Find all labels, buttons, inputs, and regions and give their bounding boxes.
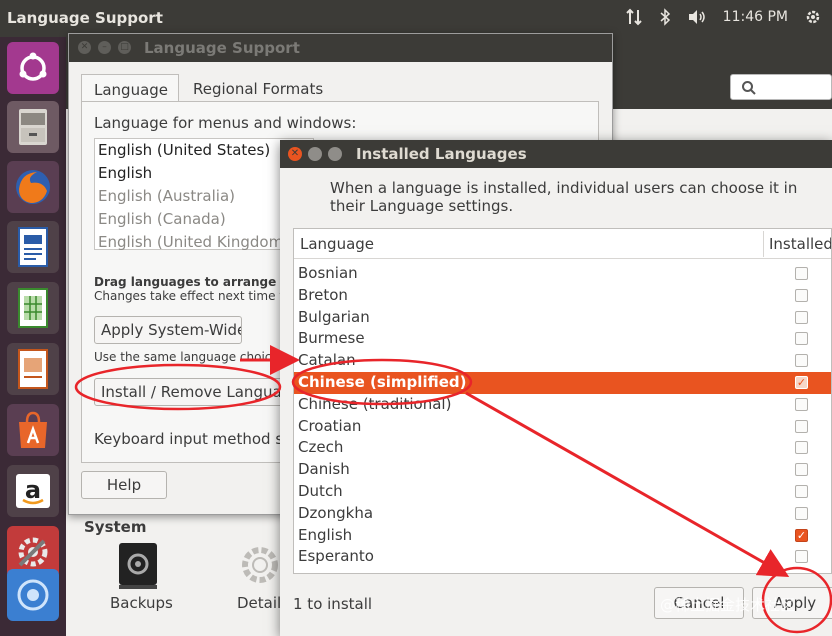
svg-text:a: a xyxy=(25,476,41,504)
table-row[interactable]: Esperanto xyxy=(294,546,831,568)
install-status: 1 to install xyxy=(293,595,373,613)
installed-checkbox[interactable]: ✓ xyxy=(795,528,808,542)
installed-checkbox[interactable] xyxy=(795,310,808,324)
bluetooth-icon[interactable] xyxy=(659,8,671,26)
installed-checkbox[interactable]: ✓ xyxy=(795,375,808,389)
backups-label[interactable]: Backups xyxy=(110,594,173,612)
same-choices-text: Use the same language choices f xyxy=(94,350,294,364)
table-row[interactable]: English ✓ xyxy=(294,525,831,547)
amazon-icon[interactable]: a xyxy=(7,465,59,517)
language-name: English xyxy=(298,525,353,544)
table-row[interactable]: Chinese (simplified) ✓ xyxy=(294,371,831,394)
network-icon[interactable] xyxy=(625,8,643,26)
table-row[interactable]: Burmese xyxy=(294,328,831,350)
minimize-icon[interactable]: – xyxy=(98,41,111,54)
installed-checkbox[interactable] xyxy=(795,332,808,346)
keyboard-input-label: Keyboard input method sy xyxy=(94,430,293,448)
il-titlebar: ✕ Installed Languages xyxy=(280,140,832,168)
table-row[interactable]: Dutch xyxy=(294,481,831,503)
table-row[interactable]: Danish xyxy=(294,459,831,481)
software-center-icon[interactable] xyxy=(7,404,59,456)
installed-checkbox[interactable] xyxy=(795,267,808,280)
languages-table[interactable]: Language Installed Bosnian Breton Bulgaria… xyxy=(293,228,832,574)
details-gear-icon[interactable] xyxy=(238,543,282,587)
maximize-icon[interactable] xyxy=(328,147,342,161)
ls-titlebar: ✕ – □ Language Support xyxy=(69,34,612,62)
ubuntu-dash-icon[interactable] xyxy=(7,42,59,94)
details-label[interactable]: Detail xyxy=(237,594,281,612)
backups-icon[interactable] xyxy=(116,541,160,591)
installed-checkbox[interactable] xyxy=(795,463,808,477)
gear-icon[interactable] xyxy=(804,8,822,26)
close-icon[interactable]: ✕ xyxy=(288,147,302,161)
installed-checkbox[interactable] xyxy=(795,506,808,520)
table-body: Bosnian Breton Bulgarian Burmese Catalan Chin… xyxy=(294,263,831,568)
installed-checkbox[interactable] xyxy=(795,397,808,411)
table-row[interactable]: Croatian xyxy=(294,416,831,438)
language-name: Dzongkha xyxy=(298,503,374,522)
installed-languages-dialog: ✕ Installed Languages When a language is… xyxy=(280,140,832,636)
table-row[interactable]: Bulgarian xyxy=(294,307,831,329)
minimize-icon[interactable] xyxy=(308,147,322,161)
files-icon[interactable] xyxy=(7,101,59,153)
system-section-label: System xyxy=(84,518,147,536)
writer-icon[interactable] xyxy=(7,221,59,273)
column-header-installed[interactable]: Installed xyxy=(769,235,831,253)
dialog-title: Installed Languages xyxy=(356,145,527,163)
language-name: Burmese xyxy=(298,329,365,348)
watermark-text: @稀土掘金技术社区 xyxy=(660,596,796,614)
installed-checkbox[interactable] xyxy=(795,484,808,498)
tab-language[interactable]: Language xyxy=(81,74,179,102)
language-name: Bosnian xyxy=(298,264,358,282)
tab-regional-formats[interactable]: Regional Formats xyxy=(181,74,341,102)
installed-checkbox[interactable] xyxy=(795,550,808,564)
language-name: Chinese (simplified) xyxy=(298,372,467,391)
language-name: Czech xyxy=(298,438,344,457)
language-name: Breton xyxy=(298,285,348,304)
help-button[interactable]: Help xyxy=(81,471,167,499)
installed-checkbox[interactable] xyxy=(795,419,808,433)
language-name: Esperanto xyxy=(298,547,374,566)
language-name: Catalan xyxy=(298,351,356,370)
drag-hint: Drag languages to arrange ther Changes t… xyxy=(94,275,309,303)
table-row[interactable]: Czech xyxy=(294,437,831,459)
unknown-app-icon[interactable] xyxy=(7,569,59,621)
maximize-icon[interactable]: □ xyxy=(118,41,131,54)
volume-icon[interactable] xyxy=(687,8,707,26)
table-row[interactable]: Breton xyxy=(294,285,831,307)
column-separator xyxy=(763,231,764,257)
language-name: Bulgarian xyxy=(298,307,370,326)
table-row[interactable]: Chinese (traditional) xyxy=(294,394,831,416)
table-row[interactable]: Dzongkha xyxy=(294,503,831,525)
install-remove-languages-button[interactable]: Install / Remove Languag xyxy=(94,378,284,406)
clock[interactable]: 11:46 PM xyxy=(723,9,788,25)
impress-icon[interactable] xyxy=(7,343,59,395)
dialog-description: When a language is installed, individual… xyxy=(330,179,798,215)
calc-icon[interactable] xyxy=(7,282,59,334)
table-row[interactable]: Catalan xyxy=(294,350,831,372)
language-name: Chinese (traditional) xyxy=(298,394,452,413)
installed-checkbox[interactable] xyxy=(795,288,808,302)
search-icon xyxy=(742,81,756,95)
window-title: Language Support xyxy=(144,39,300,57)
menus-heading: Language for menus and windows: xyxy=(94,114,357,132)
app-title: Language Support xyxy=(7,9,163,27)
close-icon[interactable]: ✕ xyxy=(78,41,91,54)
top-panel: Language Support 11:46 PM xyxy=(0,0,832,37)
language-name: Croatian xyxy=(298,416,362,435)
installed-checkbox[interactable] xyxy=(795,354,808,368)
firefox-icon[interactable] xyxy=(7,161,59,213)
apply-system-wide-button[interactable]: Apply System-Wide xyxy=(94,316,242,344)
launcher: a xyxy=(0,37,66,636)
installed-checkbox[interactable] xyxy=(795,441,808,455)
indicator-area: 11:46 PM xyxy=(625,8,822,26)
table-header: Language Installed xyxy=(294,229,831,259)
drag-hint-subtitle: Changes take effect next time yo xyxy=(94,289,294,303)
language-name: Dutch xyxy=(298,481,343,500)
column-header-language[interactable]: Language xyxy=(300,235,374,253)
search-input[interactable] xyxy=(730,74,832,100)
language-name: Danish xyxy=(298,460,350,479)
table-row[interactable]: Bosnian xyxy=(294,263,831,285)
drag-hint-title: Drag languages to arrange ther xyxy=(94,275,309,289)
